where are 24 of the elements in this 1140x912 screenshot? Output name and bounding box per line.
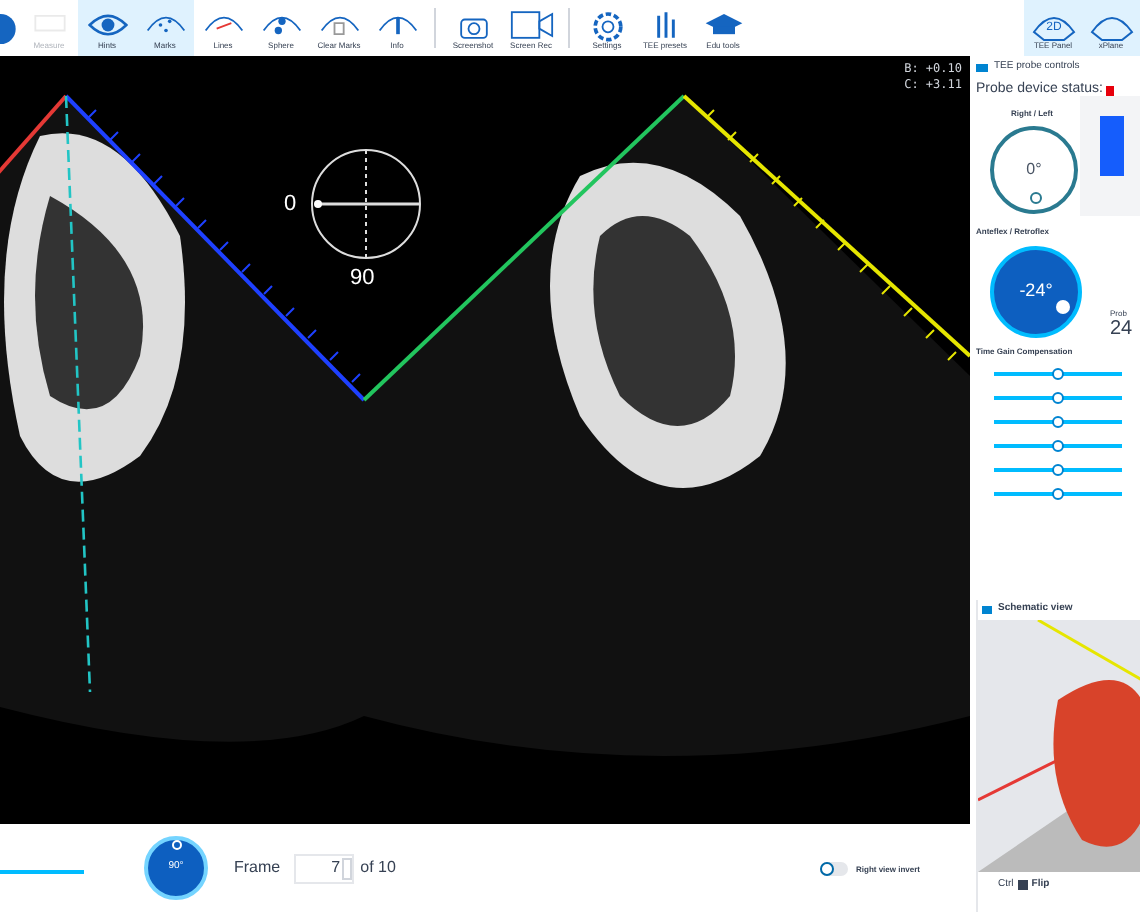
slider-thumb[interactable] xyxy=(1052,464,1064,476)
panel-icon xyxy=(982,606,992,614)
flip-checkbox[interactable] xyxy=(1017,880,1028,891)
flex-dial[interactable]: -24° xyxy=(990,246,1082,338)
video-camera-icon xyxy=(509,7,553,41)
probe-value: 24 xyxy=(1110,320,1133,340)
right-left-dial[interactable]: 0° xyxy=(990,126,1078,214)
invert-toggle[interactable] xyxy=(820,861,848,875)
frame-value: 7 xyxy=(331,856,341,880)
dial-value: -24° xyxy=(1019,278,1053,305)
orientation-label: 90 xyxy=(350,264,375,294)
panel-icon xyxy=(976,64,988,72)
orientation-dial-drawing xyxy=(311,149,421,259)
slider-thumb[interactable] xyxy=(1052,488,1064,500)
slider-thumb[interactable] xyxy=(1052,416,1064,428)
dial-value: 0° xyxy=(1026,158,1042,182)
status-indicator xyxy=(1106,85,1115,97)
slider-thumb[interactable] xyxy=(1052,440,1064,452)
frame-total: of 10 xyxy=(360,856,396,880)
slider-thumb[interactable] xyxy=(1052,392,1064,404)
orientation-label: 0 xyxy=(284,190,297,220)
frame-spinner[interactable]: 7 xyxy=(294,853,355,883)
slider-thumb[interactable] xyxy=(1052,368,1064,380)
frame-label: Frame xyxy=(234,856,281,880)
